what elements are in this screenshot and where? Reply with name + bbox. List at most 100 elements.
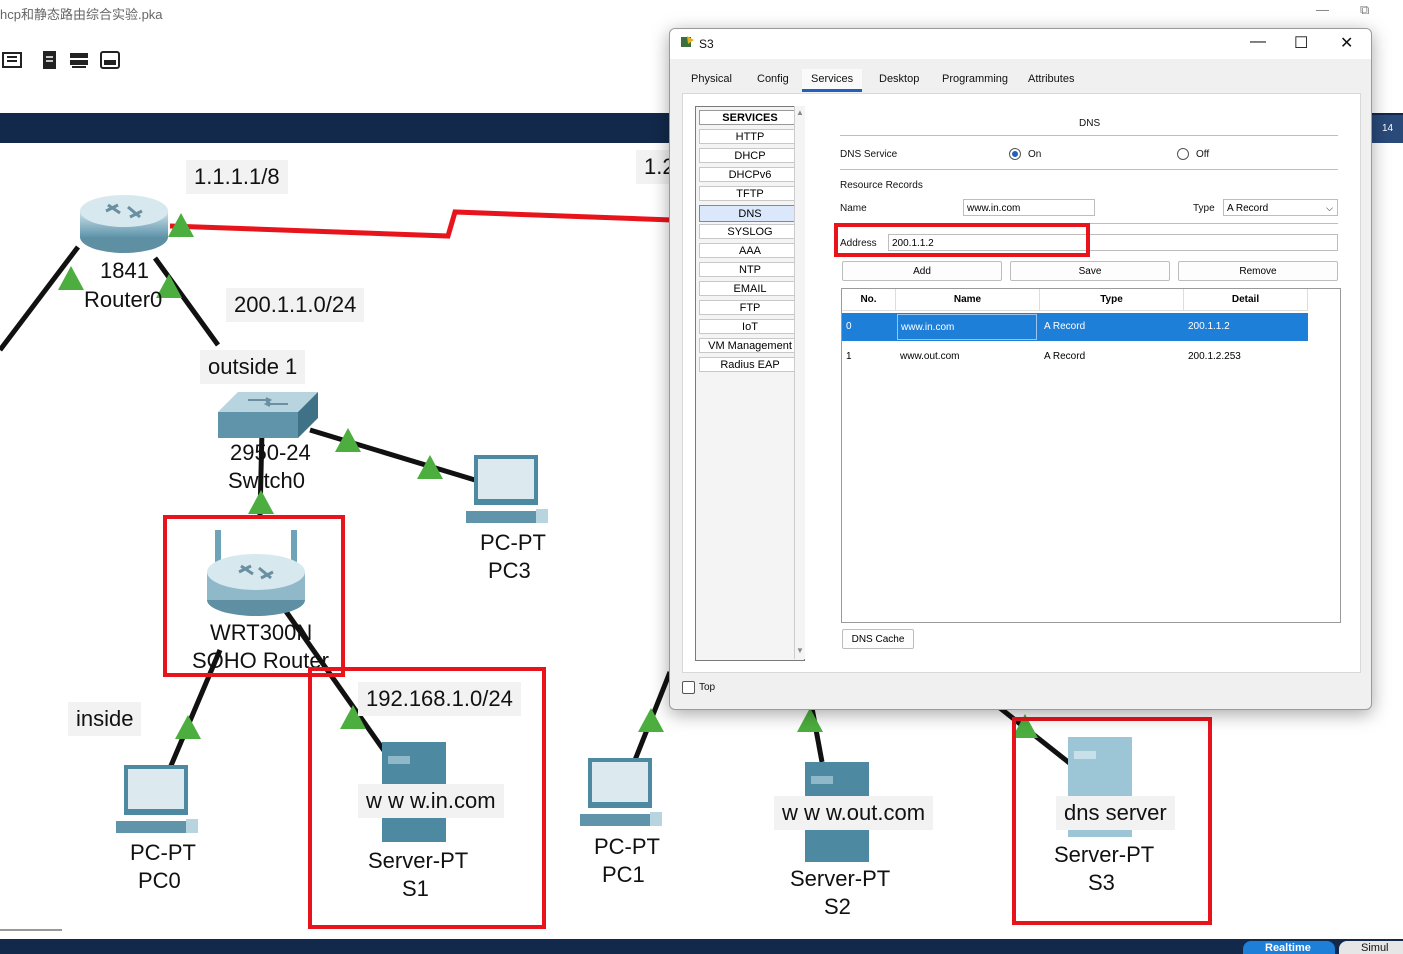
note-network-1-1-1[interactable]: 1.1.1.1/8 (186, 160, 288, 194)
services-list-header: SERVICES (699, 110, 801, 125)
type-select-value: A Record (1227, 203, 1269, 214)
tab-attributes[interactable]: Attributes (1019, 69, 1083, 89)
tab-config[interactable]: Config (748, 69, 798, 89)
divider (840, 135, 1338, 136)
router0-name: Router0 (84, 287, 163, 312)
cell-type: A Record (1044, 351, 1086, 362)
scroll-up-icon[interactable]: ▲ (796, 108, 804, 117)
column-header-name[interactable]: Name (896, 289, 1040, 311)
pc3-name: PC3 (488, 558, 531, 583)
pc0-name: PC0 (138, 868, 181, 893)
dialog-maximize-button[interactable]: ☐ (1294, 33, 1308, 53)
service-item-http[interactable]: HTTP (699, 129, 801, 144)
dns-service-label: DNS Service (840, 149, 898, 160)
service-item-aaa[interactable]: AAA (699, 243, 801, 258)
cell-no: 0 (846, 321, 852, 332)
chevron-down-icon: ⌵ (1326, 203, 1333, 213)
note-outside[interactable]: outside 1 (200, 350, 306, 384)
pc1-model: PC-PT (594, 834, 660, 859)
device-config-dialog: S3 — ☐ ✕ Physical Config Services Deskto… (669, 28, 1372, 710)
dns-cache-button[interactable]: DNS Cache (842, 629, 914, 649)
switch-icon[interactable] (218, 390, 318, 440)
dialog-minimize-button[interactable]: — (1250, 33, 1266, 51)
port-indicator (638, 708, 664, 732)
dialog-title: S3 (699, 37, 714, 51)
service-item-radius-eap[interactable]: Radius EAP (699, 357, 801, 372)
service-item-ntp[interactable]: NTP (699, 262, 801, 277)
service-item-dns[interactable]: DNS (699, 205, 801, 222)
port-indicator (335, 428, 361, 452)
service-item-iot[interactable]: IoT (699, 319, 801, 334)
status-band (0, 939, 1403, 954)
dns-heading: DNS (1079, 118, 1101, 129)
column-header-detail[interactable]: Detail (1184, 289, 1308, 311)
remove-button[interactable]: Remove (1178, 261, 1338, 281)
name-label: Name (840, 203, 867, 214)
dns-off-radio[interactable] (1177, 148, 1189, 160)
tab-services[interactable]: Services (802, 69, 863, 92)
save-button[interactable]: Save (1010, 261, 1170, 281)
services-scrollbar[interactable]: ▲ ▼ (794, 106, 805, 659)
router0-model: 1841 (100, 258, 149, 283)
dns-on-radio[interactable] (1009, 148, 1021, 160)
type-label: Type (1193, 203, 1215, 214)
port-indicator (797, 708, 823, 732)
top-checkbox[interactable] (682, 681, 695, 694)
port-indicator (417, 455, 443, 479)
pc-icon[interactable] (576, 758, 666, 833)
cell-no: 1 (846, 351, 852, 362)
cell-detail: 200.1.1.2 (1188, 321, 1230, 332)
s2-model: Server-PT (790, 866, 891, 891)
router-icon[interactable] (78, 193, 170, 255)
pc1-name: PC1 (602, 862, 645, 887)
dns-off-label: Off (1196, 149, 1210, 160)
dialog-titlebar[interactable]: S3 — ☐ ✕ (670, 29, 1371, 59)
scroll-down-icon[interactable]: ▼ (796, 646, 804, 655)
resource-records-table: No. Name Type Detail 0 www.in.com A Reco… (841, 288, 1341, 623)
services-list: SERVICES HTTP DHCP DHCPv6 TFTP DNS SYSLO… (695, 106, 805, 661)
add-button[interactable]: Add (842, 261, 1002, 281)
highlight-box-address (834, 223, 1090, 257)
divider (840, 169, 1338, 170)
pc-icon[interactable] (462, 455, 552, 530)
port-indicator (175, 715, 201, 739)
column-header-no[interactable]: No. (842, 289, 896, 311)
packet-tracer-icon (681, 36, 694, 47)
service-item-dhcp[interactable]: DHCP (699, 148, 801, 163)
pc-icon[interactable] (112, 765, 202, 840)
highlight-box-s1 (308, 667, 546, 929)
realtime-tab[interactable]: Realtime (1243, 941, 1335, 954)
cell-name: www.out.com (900, 351, 960, 362)
service-item-ftp[interactable]: FTP (699, 300, 801, 315)
pc3-model: PC-PT (480, 530, 546, 555)
name-input[interactable]: www.in.com (963, 199, 1095, 216)
cell-type: A Record (1044, 321, 1086, 332)
service-item-email[interactable]: EMAIL (699, 281, 801, 296)
tab-physical[interactable]: Physical (682, 69, 741, 89)
service-item-syslog[interactable]: SYSLOG (699, 224, 801, 239)
services-panel: SERVICES HTTP DHCP DHCPv6 TFTP DNS SYSLO… (682, 93, 1361, 673)
tab-desktop[interactable]: Desktop (870, 69, 928, 89)
s2-name: S2 (824, 894, 851, 919)
table-row[interactable]: 1 www.out.com A Record 200.1.2.253 (842, 343, 1308, 371)
type-select[interactable]: A Record ⌵ (1223, 199, 1338, 216)
note-network-200[interactable]: 200.1.1.0/24 (226, 288, 365, 322)
note-inside[interactable]: inside (68, 702, 142, 736)
port-indicator (58, 266, 84, 290)
cell-detail: 200.1.2.253 (1188, 351, 1241, 362)
service-item-vm-management[interactable]: VM Management (699, 338, 801, 353)
resource-records-label: Resource Records (840, 180, 923, 191)
highlight-box-soho (163, 515, 345, 677)
tab-programming[interactable]: Programming (933, 69, 1017, 89)
switch0-name: Switch0 (228, 468, 306, 493)
service-item-dhcpv6[interactable]: DHCPv6 (699, 167, 801, 182)
switch0-model: 2950-24 (230, 440, 311, 465)
scrollbar-thumb[interactable] (0, 929, 62, 931)
table-row[interactable]: 0 www.in.com A Record 200.1.1.2 (842, 313, 1308, 341)
note-www-out[interactable]: w w w.out.com (774, 796, 934, 830)
port-indicator (168, 213, 194, 237)
service-item-tftp[interactable]: TFTP (699, 186, 801, 201)
column-header-type[interactable]: Type (1040, 289, 1184, 311)
simulation-tab[interactable]: Simul (1339, 941, 1403, 954)
dialog-close-button[interactable]: ✕ (1340, 33, 1353, 53)
